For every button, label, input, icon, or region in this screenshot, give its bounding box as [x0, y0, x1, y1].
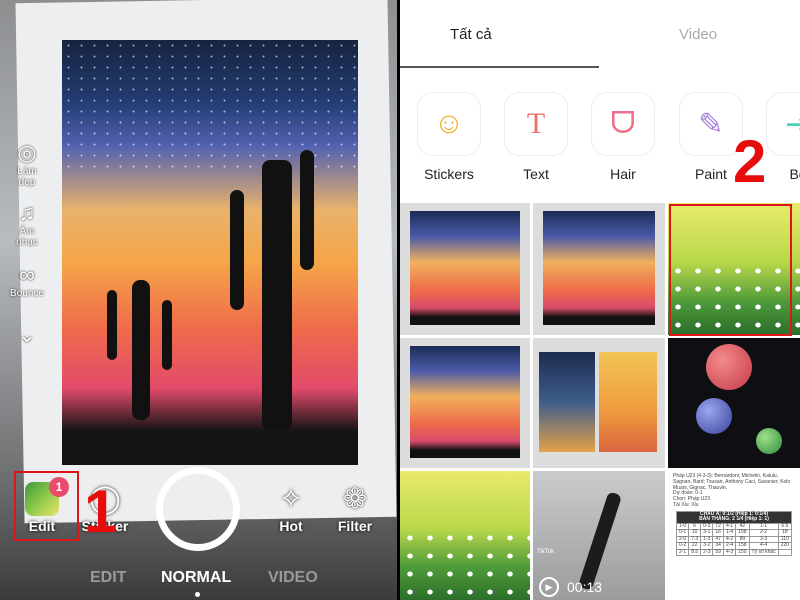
mode-normal[interactable]: NORMAL	[161, 568, 231, 588]
mode-video[interactable]: VIDEO	[268, 568, 318, 588]
hot-button[interactable]: ✧ Hot	[261, 480, 321, 534]
table-cell: 4-3	[722, 548, 737, 556]
beauty-icon: ◎	[17, 140, 37, 165]
camera-preview-painting	[62, 40, 358, 465]
camera-screen: ◎ Làm đẹp ♫ Âm nhạc ∞ Bounce ⌄ Edit 1 ◯ Stic…	[0, 0, 397, 600]
table-cell: 150	[735, 548, 750, 556]
active-tab-underline	[400, 66, 599, 68]
feature-body[interactable]: ⇥Bo	[766, 92, 800, 182]
sparkle-icon: ✧	[279, 483, 303, 514]
table-cell: 8.5	[688, 548, 702, 556]
gallery-photo[interactable]	[400, 203, 530, 335]
table-cell: Tỷ số khác	[748, 548, 779, 556]
feature-text[interactable]: T Text	[504, 92, 568, 182]
step-number-2: 2	[733, 128, 767, 195]
feature-stickers[interactable]: ☺ Stickers	[417, 92, 481, 182]
highlight-box-photo	[669, 204, 792, 336]
odds-table: CHÂU Á: 0:1/2 (Hiệp 1: 0:1/4) BÀN THẮNG: …	[675, 510, 793, 557]
scissors-image	[577, 491, 623, 591]
side-tool-beauty[interactable]: ◎ Làm đẹp	[8, 140, 46, 188]
chevron-down-icon: ⌄	[17, 322, 37, 347]
edit-screen: Tất cả Video ☺ Stickers T Text ᗜ Hair ✎ Pain…	[400, 0, 800, 600]
gallery-photo-document[interactable]: Pháp U23 (4-3-3): Bernardoni; Michelin, …	[668, 471, 800, 600]
video-duration: 00:13	[567, 579, 603, 595]
tab-all[interactable]: Tất cả	[450, 26, 492, 43]
gallery-photo[interactable]	[533, 203, 665, 335]
shutter-button[interactable]	[156, 467, 240, 551]
feature-hair[interactable]: ᗜ Hair	[591, 92, 655, 182]
hair-icon: ᗜ	[591, 92, 655, 156]
table-cell: 59	[712, 548, 724, 556]
table-cell: 2-1	[675, 548, 690, 556]
highlight-box-edit	[14, 471, 79, 541]
smiley-icon: ☺	[417, 92, 481, 156]
tab-video[interactable]: Video	[679, 26, 717, 43]
gallery-photo[interactable]	[533, 338, 665, 468]
body-icon: ⇥	[766, 92, 800, 156]
gallery-photo-daisy[interactable]	[400, 471, 530, 600]
side-tool-bounce[interactable]: ∞ Bounce	[8, 262, 46, 299]
expand-tools-button[interactable]: ⌄	[8, 322, 46, 348]
tiktok-logo: TikTok	[537, 549, 555, 555]
side-tool-music[interactable]: ♫ Âm nhạc	[8, 200, 46, 248]
play-icon[interactable]: ▶	[539, 577, 559, 597]
filter-button[interactable]: ❁ Filter	[325, 480, 385, 534]
filter-icon: ❁	[343, 483, 367, 514]
gallery-video-tiktok[interactable]: TikTok ▶ 00:13	[533, 471, 665, 600]
mode-indicator-dot	[195, 592, 200, 597]
table-cell: 2-3	[700, 548, 714, 556]
step-number-1: 1	[84, 478, 118, 545]
gallery-photo[interactable]	[400, 338, 530, 468]
table-row: 2-1 8.5 2-3 59 4-3 150 Tỷ số khác	[675, 548, 793, 556]
music-icon: ♫	[18, 200, 36, 225]
table-cell	[777, 548, 793, 556]
bounce-icon: ∞	[19, 262, 35, 287]
gallery-photo-planets[interactable]	[668, 338, 800, 468]
mode-edit[interactable]: EDIT	[90, 568, 126, 588]
text-icon: T	[504, 92, 568, 156]
